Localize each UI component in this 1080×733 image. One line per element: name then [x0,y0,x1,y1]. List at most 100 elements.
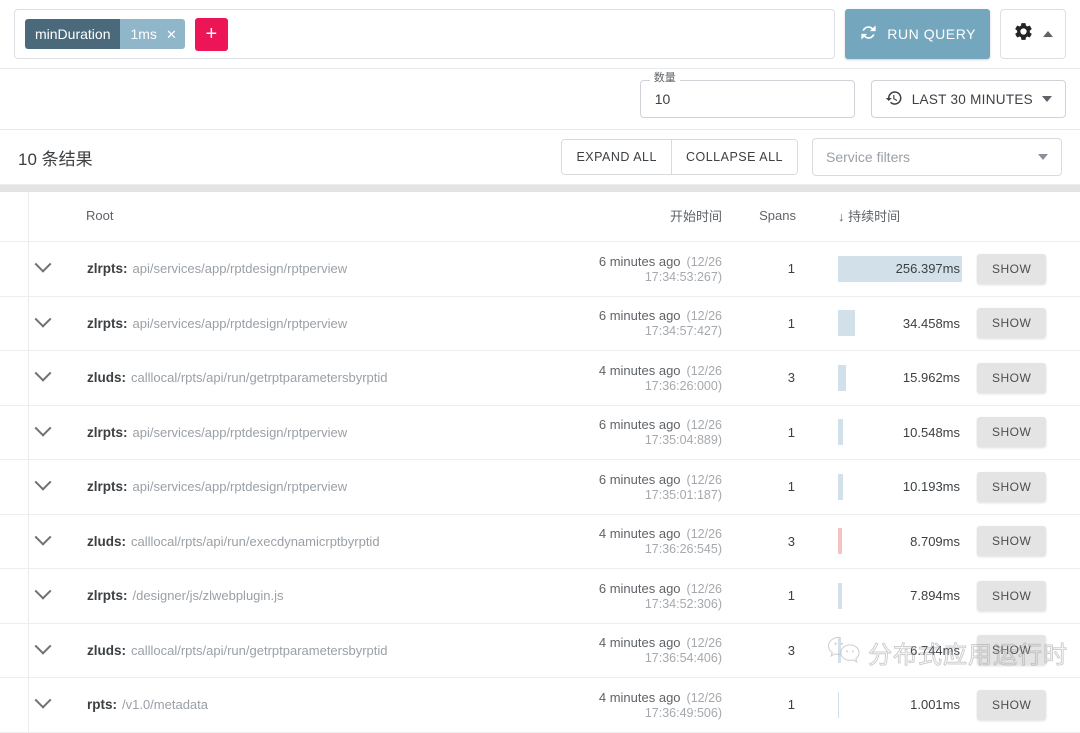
chevron-down-icon[interactable] [34,691,52,709]
time-range-selector[interactable]: LAST 30 MINUTES [870,80,1066,118]
horizontal-scrollbar[interactable] [0,185,1080,192]
table-row[interactable]: zluds: calllocal/rpts/api/run/getrptparam… [0,623,1080,678]
row-root-cell[interactable]: zlrpts: api/services/app/rptdesign/rptper… [86,405,526,460]
filter-chip-minduration[interactable]: minDuration 1ms ✕ [25,19,185,49]
table-row[interactable]: zlrpts: api/services/app/rptdesign/rptper… [0,405,1080,460]
query-input-area[interactable]: minDuration 1ms ✕ + [14,9,836,59]
row-service-name: zlrpts: [87,588,128,604]
add-filter-button[interactable]: + [194,17,228,51]
duration-bar-container: 1.001ms [838,691,962,718]
row-relative-time: 6 minutes ago [598,580,681,596]
refresh-icon [859,23,878,45]
expand-all-button[interactable]: EXPAND ALL [562,140,671,174]
limit-input[interactable] [652,90,842,108]
row-actions-cell: SHOW [976,241,1080,296]
close-icon[interactable]: ✕ [166,28,177,41]
show-trace-button[interactable]: SHOW [977,417,1047,448]
column-header-duration[interactable]: ↓ 持续时间 [796,192,976,242]
chevron-down-icon[interactable] [34,364,52,382]
chevron-down-icon[interactable] [34,255,52,273]
table-row[interactable]: zlrpts: api/services/app/rptdesign/rptper… [0,459,1080,514]
collapse-all-button[interactable]: COLLAPSE ALL [670,140,797,174]
row-service-name: zluds: [87,642,126,658]
row-root-cell[interactable]: rpts: /v1.0/metadata [86,677,526,732]
caret-up-icon[interactable] [1043,31,1053,37]
row-actions-cell: SHOW [976,514,1080,569]
show-trace-button[interactable]: SHOW [977,471,1047,502]
row-expand-cell[interactable] [0,459,86,514]
column-header-root[interactable]: Root [86,192,526,242]
show-trace-button[interactable]: SHOW [977,362,1047,393]
duration-bar [838,364,846,391]
row-expand-cell[interactable] [0,568,86,623]
chevron-down-icon[interactable] [34,582,52,600]
row-expand-cell[interactable] [0,623,86,678]
column-header-start-time[interactable]: 开始时间 [526,192,736,242]
row-root-cell[interactable]: zlrpts:/designer/js/zlwebplugin.js [86,568,526,623]
service-filter-placeholder: Service filters [826,149,911,165]
row-expand-cell[interactable] [0,350,86,405]
row-service-name: zluds: [87,370,126,386]
run-query-button[interactable]: RUN QUERY [845,9,990,59]
row-duration-label: 10.548ms [902,424,960,440]
chevron-down-icon[interactable] [34,310,52,328]
row-root-cell[interactable]: zluds: calllocal/rpts/api/run/getrptparam… [86,350,526,405]
table-row[interactable]: zluds: calllocal/rpts/api/run/getrptparam… [0,350,1080,405]
service-filter-select[interactable]: Service filters [812,138,1062,176]
show-trace-button[interactable]: SHOW [977,253,1047,284]
show-trace-button[interactable]: SHOW [977,689,1047,720]
row-spans-count: 1 [736,677,796,732]
row-root-cell[interactable]: zlrpts: api/services/app/rptdesign/rptper… [86,459,526,514]
limit-field[interactable]: 数量 [639,73,855,118]
row-expand-cell[interactable] [0,405,86,460]
show-trace-button[interactable]: SHOW [977,526,1047,557]
show-trace-button[interactable]: SHOW [977,580,1047,611]
row-expand-cell[interactable] [0,677,86,732]
filter-chip-value-wrap: 1ms ✕ [120,19,185,49]
chevron-down-icon[interactable] [1038,154,1048,160]
table-row[interactable]: zlrpts: api/services/app/rptdesign/rptper… [0,241,1080,296]
chevron-down-icon[interactable] [34,528,52,546]
settings-button[interactable] [1000,9,1066,59]
row-duration-label: 1.001ms [910,697,960,713]
row-duration-cell: 7.894ms [796,568,976,623]
row-service-name: zlrpts: [87,315,128,331]
show-trace-button[interactable]: SHOW [977,635,1047,666]
row-root-cell[interactable]: zlrpts: api/services/app/rptdesign/rptper… [86,241,526,296]
row-actions-cell: SHOW [976,623,1080,678]
table-row[interactable]: rpts: /v1.0/metadata 4 minutes ago (12/26 1… [0,677,1080,732]
show-trace-button[interactable]: SHOW [977,308,1047,339]
row-operation-name: api/services/app/rptdesign/rptperview [132,479,348,495]
chevron-down-icon[interactable] [34,637,52,655]
table-row[interactable]: zlrpts: api/services/app/rptdesign/rptper… [0,296,1080,351]
row-duration-label: 34.458ms [902,315,960,331]
row-root-cell[interactable]: zluds: calllocal/rpts/api/run/getrptparam… [86,623,526,678]
chevron-down-icon[interactable] [34,473,52,491]
duration-bar-container: 256.397ms [838,255,962,282]
row-expand-cell[interactable] [0,241,86,296]
row-relative-time: 6 minutes ago [598,471,681,487]
row-spans-count: 3 [736,350,796,405]
row-relative-time: 6 minutes ago [598,417,681,433]
row-operation-name: calllocal/rpts/api/run/getrptparametersb… [131,370,388,386]
duration-bar [838,691,840,718]
row-expand-cell[interactable] [0,514,86,569]
row-root-cell[interactable]: zluds: calllocal/rpts/api/run/execdynamic… [86,514,526,569]
column-header-spans[interactable]: Spans [736,192,796,242]
row-expand-cell[interactable] [0,296,86,351]
duration-bar-container: 6.744ms [838,637,962,664]
table-row[interactable]: zluds: calllocal/rpts/api/run/execdynamic… [0,514,1080,569]
duration-bar-container: 10.193ms [838,473,962,500]
table-row[interactable]: zlrpts:/designer/js/zlwebplugin.js 6 minu… [0,568,1080,623]
row-duration-cell: 8.709ms [796,514,976,569]
row-actions-cell: SHOW [976,296,1080,351]
row-operation-name: api/services/app/rptdesign/rptperview [132,261,348,277]
row-root-cell[interactable]: zlrpts: api/services/app/rptdesign/rptper… [86,296,526,351]
duration-bar-container: 34.458ms [838,310,962,337]
gear-icon [1013,21,1034,47]
chevron-down-icon[interactable] [34,419,52,437]
row-actions-cell: SHOW [976,568,1080,623]
scrollbar-thumb[interactable] [0,185,1080,192]
chevron-down-icon[interactable] [1042,96,1052,102]
expand-collapse-group: EXPAND ALL COLLAPSE ALL [561,139,798,175]
